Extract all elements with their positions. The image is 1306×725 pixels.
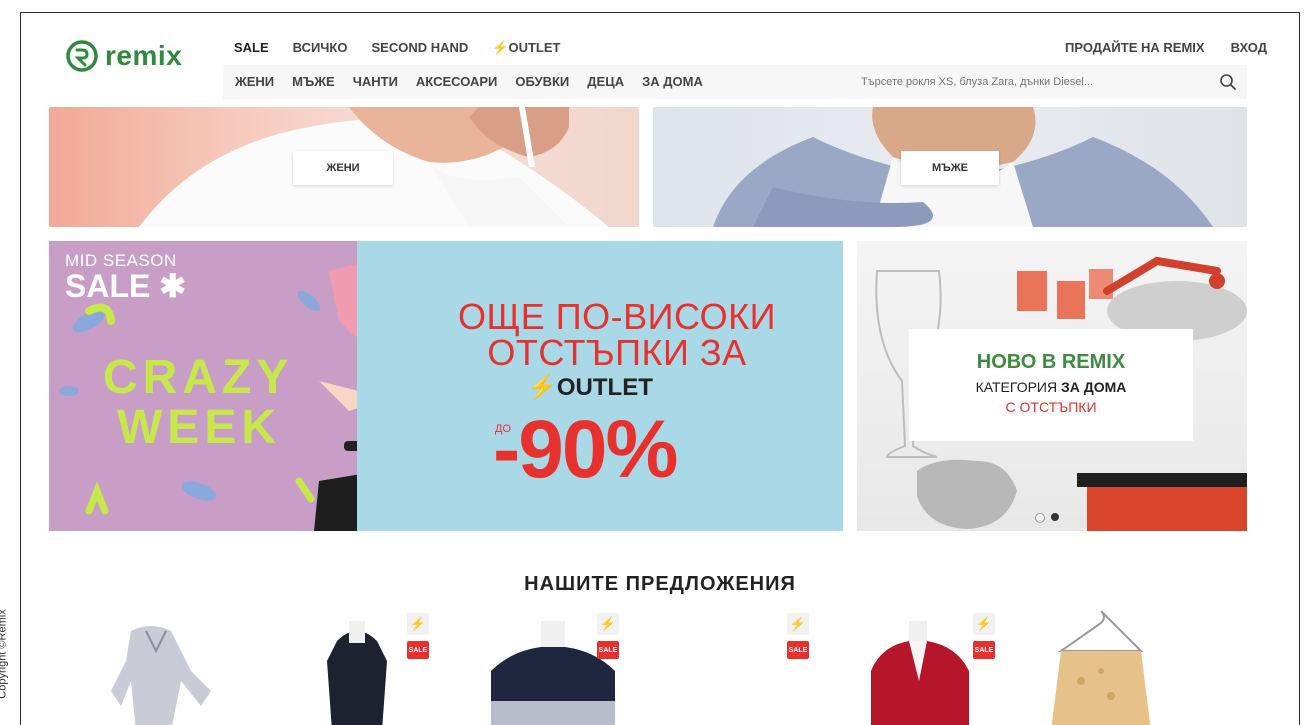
- category-home[interactable]: ЗА ДОМА: [642, 74, 703, 89]
- category-women[interactable]: ЖЕНИ: [235, 74, 274, 89]
- sale-badge: SALE: [407, 641, 429, 659]
- category-kids[interactable]: ДЕЦА: [587, 74, 624, 89]
- discount-value: -90%: [493, 404, 678, 495]
- nav-sale[interactable]: SALE: [234, 40, 269, 56]
- women-banner[interactable]: ЖЕНИ: [49, 107, 639, 227]
- product-badges: ⚡ SALE: [787, 613, 809, 659]
- product-badges: ⚡ SALE: [597, 613, 619, 659]
- crazy-week-panel: MID SEASON SALE ✱ CRAZY WEEK: [49, 241, 399, 531]
- product-card-5[interactable]: ⚡ SALE: [861, 611, 1011, 725]
- search-icon[interactable]: [1219, 73, 1237, 91]
- login-link[interactable]: ВХОД: [1231, 40, 1267, 55]
- product-card-1[interactable]: [101, 611, 221, 725]
- top-nav: SALE ВСИЧКО SECOND HAND ⚡OUTLET: [234, 40, 560, 56]
- carousel-dot-2[interactable]: [1051, 513, 1059, 521]
- category-nav: ЖЕНИ МЪЖЕ ЧАНТИ АКСЕСОАРИ ОБУВКИ ДЕЦА ЗА…: [235, 74, 703, 89]
- home-banner-discounts: С ОТСТЪПКИ: [1005, 399, 1097, 415]
- star-icon: ✱: [150, 268, 187, 304]
- product-image-red-blazer: [871, 621, 969, 725]
- mid-season-sale-banner[interactable]: MID SEASON SALE ✱ CRAZY WEEK ОЩЕ ПО-ВИСО…: [49, 241, 843, 531]
- home-banner-textbox: НОВО В REMIX КАТЕГОРИЯ ЗА ДОМА С ОТСТЪПК…: [909, 329, 1193, 441]
- offers-title: НАШИТЕ ПРЕДЛОЖЕНИЯ: [524, 573, 796, 595]
- headline: ОЩЕ ПО-ВИСОКИ ОТСТЪПКИ ЗА: [457, 296, 777, 373]
- category-accessories[interactable]: АКСЕСОАРИ: [416, 74, 497, 89]
- copyright-notice: Copyright ©Remix: [0, 609, 9, 699]
- category-men[interactable]: МЪЖЕ: [292, 74, 335, 89]
- product-card-3[interactable]: ⚡ SALE: [481, 611, 631, 725]
- outlet-flash-icon: ⚡: [787, 613, 809, 635]
- outlet-flash-icon: ⚡: [407, 613, 429, 635]
- nav-second-hand[interactable]: SECOND HAND: [371, 40, 468, 56]
- product-badges: ⚡ SALE: [407, 613, 429, 659]
- nav-outlet[interactable]: ⚡OUTLET: [492, 40, 560, 56]
- logo-text: remix: [105, 40, 183, 71]
- sale-badge: SALE: [973, 641, 995, 659]
- outlet-flash-icon: ⚡: [973, 613, 995, 635]
- sell-on-remix-link[interactable]: ПРОДАЙТЕ НА REMIX: [1065, 40, 1205, 55]
- home-banner-title: НОВО В REMIX: [976, 351, 1126, 373]
- carousel-dot-1[interactable]: [1035, 513, 1045, 523]
- product-card-4[interactable]: ⚡ SALE: [681, 611, 821, 725]
- men-banner-label: МЪЖЕ: [901, 151, 999, 185]
- logo[interactable]: remix: [65, 39, 182, 73]
- page-frame: remix SALE ВСИЧКО SECOND HAND ⚡OUTLET ПР…: [20, 12, 1300, 725]
- outlet-flash-icon: ⚡: [597, 613, 619, 635]
- sale-badge: SALE: [787, 641, 809, 659]
- crazy-week-text: CRAZY WEEK: [103, 351, 294, 454]
- home-category-banner[interactable]: НОВО В REMIX КАТЕГОРИЯ ЗА ДОМА С ОТСТЪПК…: [857, 241, 1247, 531]
- remix-logo-icon: [66, 40, 98, 72]
- product-image-sequin-top: [1051, 611, 1151, 725]
- product-badges: ⚡ SALE: [973, 613, 995, 659]
- home-banner-category: КАТЕГОРИЯ ЗА ДОМА: [975, 379, 1127, 395]
- men-banner[interactable]: МЪЖЕ: [653, 107, 1247, 227]
- category-shoes[interactable]: ОБУВКИ: [515, 74, 569, 89]
- sale-badge: SALE: [597, 641, 619, 659]
- women-banner-label: ЖЕНИ: [293, 151, 393, 185]
- nav-all[interactable]: ВСИЧКО: [293, 40, 348, 56]
- product-image-dress: [111, 626, 211, 725]
- outlet-label: ⚡OUTLET: [527, 374, 653, 401]
- search-input[interactable]: [853, 75, 1193, 89]
- product-card-2[interactable]: ⚡ SALE: [297, 611, 437, 725]
- category-bags[interactable]: ЧАНТИ: [353, 74, 398, 89]
- product-card-6[interactable]: [1041, 611, 1171, 725]
- account-nav: ПРОДАЙТЕ НА REMIX ВХОД: [1065, 40, 1267, 55]
- sale-label: SALE ✱: [65, 268, 187, 304]
- search-bar: [853, 68, 1243, 96]
